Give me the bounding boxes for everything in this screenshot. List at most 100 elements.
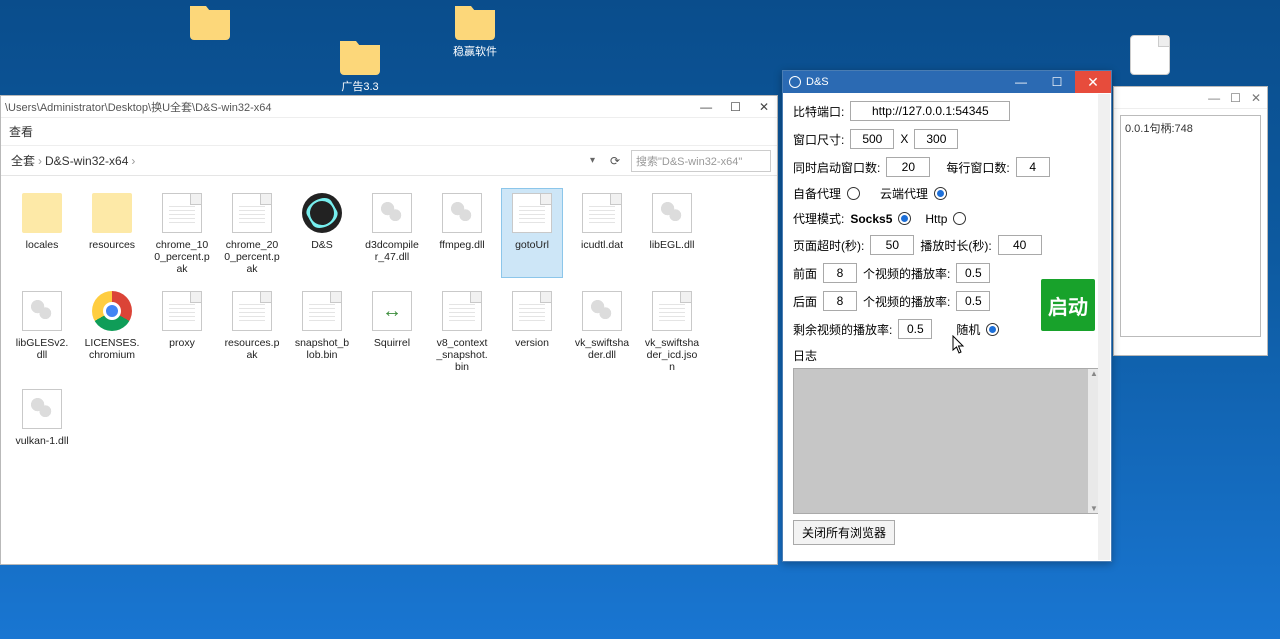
file-item[interactable]: locales xyxy=(11,188,73,278)
socks5-label: Socks5 xyxy=(850,212,892,226)
file-item[interactable]: resources.pak xyxy=(221,286,283,376)
file-label: libEGL.dll xyxy=(644,239,700,251)
file-label: version xyxy=(504,337,560,349)
remain-rate-input[interactable] xyxy=(898,319,932,339)
front-rate-label: 个视频的播放率: xyxy=(863,265,950,282)
file-label: libGLESv2.dll xyxy=(14,337,70,361)
maximize-icon[interactable]: ☐ xyxy=(1039,71,1075,93)
crumb-dir[interactable]: D&S-win32-x64 xyxy=(45,154,128,168)
file-item[interactable]: gotoUrl xyxy=(501,188,563,278)
start-button[interactable]: 启动 xyxy=(1041,279,1095,331)
bg-text: 0.0.1句柄:748 xyxy=(1120,115,1261,337)
close-icon[interactable]: ✕ xyxy=(1075,71,1111,93)
file-icon xyxy=(442,291,482,331)
cloud-proxy-label: 云端代理 xyxy=(880,185,928,202)
file-item[interactable]: vk_swiftshader_icd.json xyxy=(641,286,703,376)
chevron-down-icon[interactable]: ▾ xyxy=(590,155,595,166)
file-icon xyxy=(232,193,272,233)
file-item[interactable]: vulkan-1.dll xyxy=(11,384,73,450)
file-label: v8_context_snapshot.bin xyxy=(434,337,490,373)
ds-title-text: D&S xyxy=(806,76,829,88)
app-icon xyxy=(789,76,801,88)
perrow-input[interactable] xyxy=(1016,157,1050,177)
explorer-menu[interactable]: 查看 xyxy=(1,118,777,146)
front-rate-input[interactable] xyxy=(956,263,990,283)
crumb-all[interactable]: 全套 xyxy=(11,152,35,169)
width-input[interactable] xyxy=(850,129,894,149)
file-item[interactable]: d3dcompiler_47.dll xyxy=(361,188,423,278)
close-icon[interactable]: ✕ xyxy=(755,100,773,114)
file-icon xyxy=(512,291,552,331)
maximize-icon[interactable]: ☐ xyxy=(726,100,745,114)
ds-titlebar[interactable]: D&S — ☐ ✕ xyxy=(783,71,1111,93)
height-input[interactable] xyxy=(914,129,958,149)
address-bar[interactable]: 全套 › D&S-win32-x64 › ▾ xyxy=(7,152,599,169)
http-radio[interactable] xyxy=(953,212,966,225)
file-item[interactable]: chrome_100_percent.pak xyxy=(151,188,213,278)
log-box[interactable] xyxy=(793,368,1101,514)
dll-icon xyxy=(442,193,482,233)
file-item[interactable]: version xyxy=(501,286,563,376)
file-label: vk_swiftshader_icd.json xyxy=(644,337,700,373)
file-icon xyxy=(162,193,202,233)
socks5-radio[interactable] xyxy=(898,212,911,225)
close-icon[interactable]: ✕ xyxy=(1251,91,1261,105)
cloud-proxy-radio[interactable] xyxy=(934,187,947,200)
port-input[interactable] xyxy=(850,101,1010,121)
explorer-window: \Users\Administrator\Desktop\换U全套\D&S-wi… xyxy=(0,95,778,565)
file-item[interactable]: resources xyxy=(81,188,143,278)
folder-icon xyxy=(22,193,62,233)
file-item[interactable]: vk_swiftshader.dll xyxy=(571,286,633,376)
desktop-icon[interactable]: 广告3.3 xyxy=(325,35,395,94)
maximize-icon[interactable]: ☐ xyxy=(1230,91,1241,105)
minimize-icon[interactable]: — xyxy=(1208,91,1220,105)
desktop-icon[interactable] xyxy=(1115,35,1185,78)
chevron-right-icon: › xyxy=(131,154,135,168)
random-radio[interactable] xyxy=(986,323,999,336)
file-item[interactable]: proxy xyxy=(151,286,213,376)
file-item[interactable]: LICENSES.chromium xyxy=(81,286,143,376)
menu-view[interactable]: 查看 xyxy=(9,123,33,140)
scrollbar[interactable] xyxy=(1098,94,1110,560)
front-n-input[interactable] xyxy=(823,263,857,283)
file-item[interactable]: D&S xyxy=(291,188,353,278)
concurrent-input[interactable] xyxy=(886,157,930,177)
play-duration-label: 播放时长(秒): xyxy=(920,237,991,254)
file-label: chrome_200_percent.pak xyxy=(224,239,280,275)
desktop-icon[interactable] xyxy=(175,0,245,43)
file-item[interactable]: Squirrel xyxy=(361,286,423,376)
explorer-titlebar[interactable]: \Users\Administrator\Desktop\换U全套\D&S-wi… xyxy=(1,96,777,118)
folder-icon xyxy=(92,193,132,233)
file-icon xyxy=(232,291,272,331)
file-label: Squirrel xyxy=(364,337,420,349)
dll-icon xyxy=(582,291,622,331)
concurrent-label: 同时启动窗口数: xyxy=(793,159,880,176)
perrow-label: 每行窗口数: xyxy=(946,159,1009,176)
file-item[interactable]: v8_context_snapshot.bin xyxy=(431,286,493,376)
desktop-icon[interactable]: 稳赢软件 xyxy=(440,0,510,59)
back-rate-input[interactable] xyxy=(956,291,990,311)
file-label: snapshot_blob.bin xyxy=(294,337,350,361)
file-label: gotoUrl xyxy=(504,239,560,251)
cursor-icon xyxy=(952,335,966,355)
file-icon xyxy=(652,291,692,331)
file-item[interactable]: ffmpeg.dll xyxy=(431,188,493,278)
file-item[interactable]: libEGL.dll xyxy=(641,188,703,278)
page-timeout-input[interactable] xyxy=(870,235,914,255)
self-proxy-radio[interactable] xyxy=(847,187,860,200)
refresh-icon[interactable]: ⟳ xyxy=(605,154,625,168)
close-all-browsers-button[interactable]: 关闭所有浏览器 xyxy=(793,520,895,545)
dll-icon xyxy=(372,193,412,233)
back-n-input[interactable] xyxy=(823,291,857,311)
self-proxy-label: 自备代理 xyxy=(793,185,841,202)
file-item[interactable]: libGLESv2.dll xyxy=(11,286,73,376)
minimize-icon[interactable]: — xyxy=(1003,71,1039,93)
minimize-icon[interactable]: — xyxy=(696,100,716,114)
play-duration-input[interactable] xyxy=(998,235,1042,255)
file-grid: localesresourceschrome_100_percent.pakch… xyxy=(1,176,777,462)
file-label: proxy xyxy=(154,337,210,349)
file-item[interactable]: icudtl.dat xyxy=(571,188,633,278)
file-item[interactable]: chrome_200_percent.pak xyxy=(221,188,283,278)
file-item[interactable]: snapshot_blob.bin xyxy=(291,286,353,376)
search-input[interactable]: 搜索"D&S-win32-x64" xyxy=(631,150,771,172)
